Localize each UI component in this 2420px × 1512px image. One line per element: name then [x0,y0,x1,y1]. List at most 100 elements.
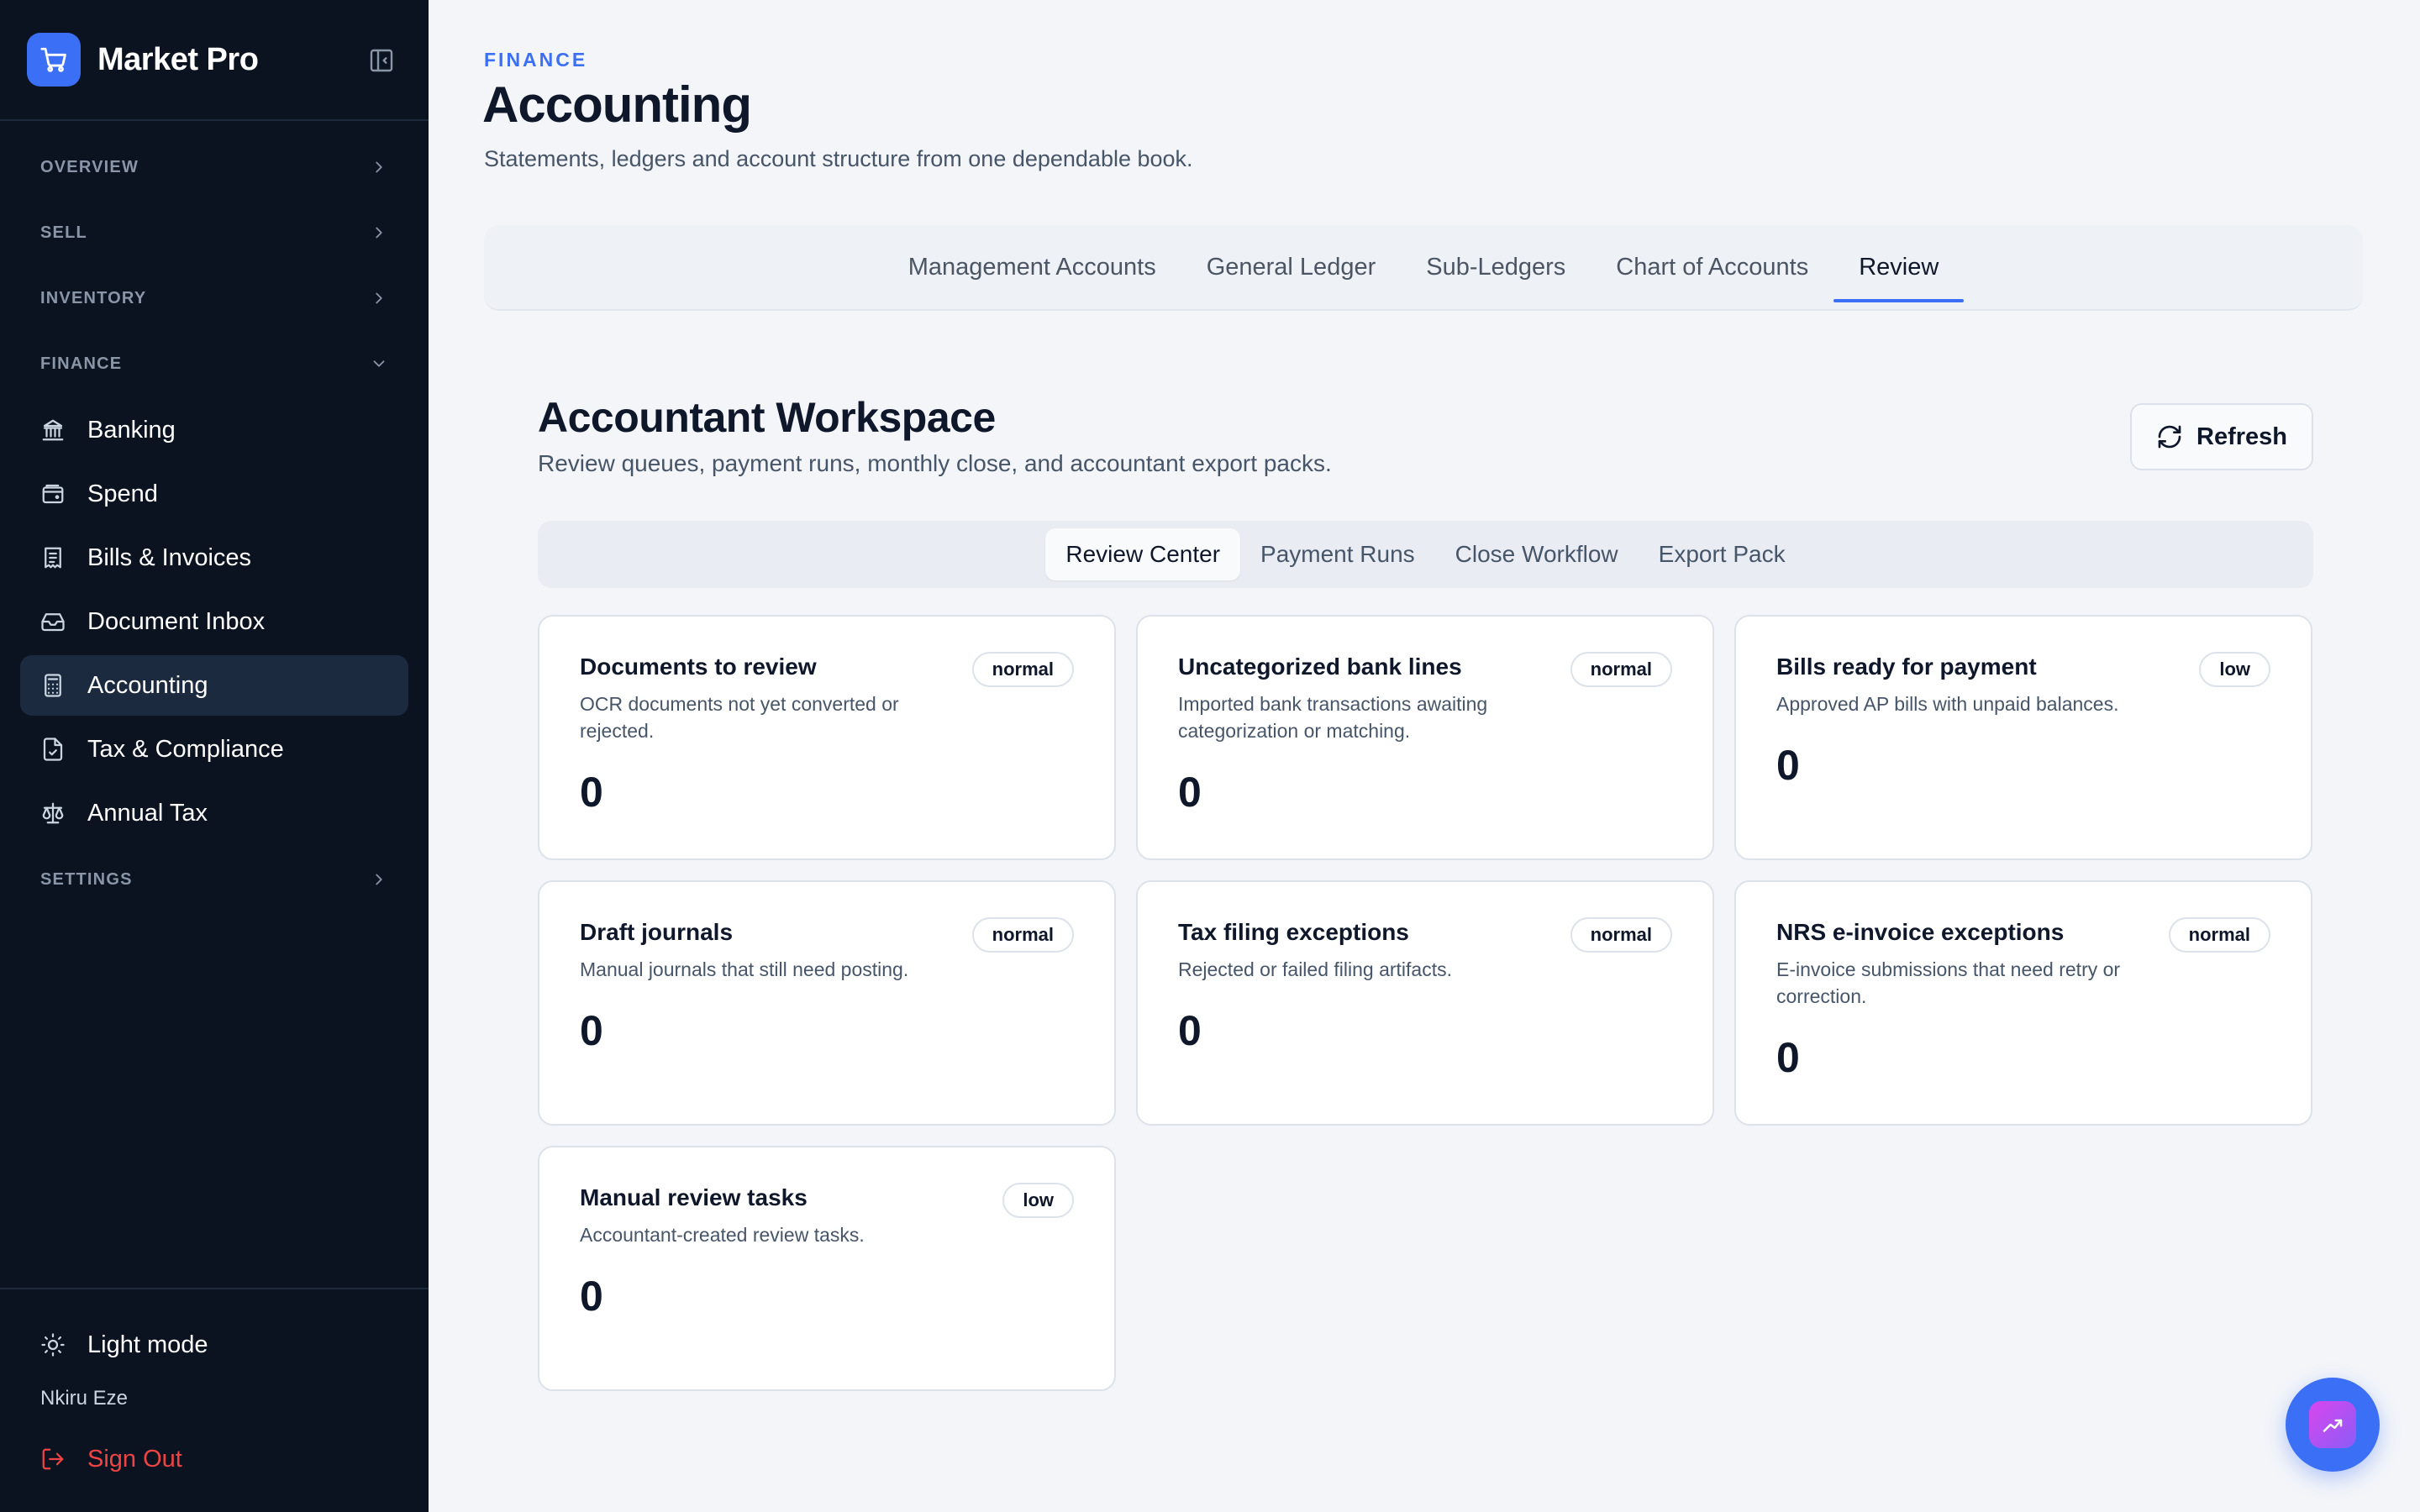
inbox-icon [41,613,65,632]
card-description: E-invoice submissions that need retry or… [1776,958,2121,1007]
card-title: Tax filing exceptions [1178,919,1409,945]
card-title: Draft journals [580,919,734,945]
card-title: NRS e-invoice exceptions [1776,919,2065,945]
sidebar-item-spend[interactable]: Spend [20,464,408,524]
accounting-tabs: Management Accounts General Ledger Sub-L… [484,225,2363,311]
card-description: Manual journals that still need posting. [580,958,909,980]
sidebar-item-label: Document Inbox [87,607,266,635]
brand: Market Pro [0,0,429,121]
nav-section-label: OVERVIEW [40,157,139,176]
trend-chart-icon [2309,1401,2356,1448]
assistant-fab-button[interactable] [2286,1378,2380,1472]
tab-chart-of-accounts[interactable]: Chart of Accounts [1591,225,1833,309]
chevron-down-icon [373,360,385,367]
sidebar-item-label: Tax & Compliance [87,735,284,763]
page-subtitle: Statements, ledgers and account structur… [484,146,1193,171]
sidebar-item-label: Spend [87,480,158,507]
sign-out-button[interactable]: Sign Out [0,1436,429,1483]
nav-section-label: FINANCE [40,354,123,373]
review-card-bank-lines[interactable]: Uncategorized bank lines Imported bank t… [1136,615,1714,860]
nav-section-inventory[interactable]: INVENTORY [0,265,429,331]
sidebar-item-bills-invoices[interactable]: Bills & Invoices [20,528,408,588]
review-card-draft-journals[interactable]: Draft journals Manual journals that stil… [538,880,1116,1126]
sidebar-item-accounting[interactable]: Accounting [20,655,408,716]
sign-out-label: Sign Out [87,1445,182,1473]
cart-icon [27,33,81,87]
card-description: OCR documents not yet converted or rejec… [580,693,899,742]
sun-icon [41,1333,65,1357]
priority-badge: normal [1570,917,1672,953]
nav-section-sell[interactable]: SELL [0,200,429,265]
user-name: Nkiru Eze [40,1387,129,1410]
subtab-close-workflow[interactable]: Close Workflow [1435,528,1639,580]
card-count: 0 [1776,742,1800,789]
chevron-right-icon [376,227,382,239]
sidebar-item-document-inbox[interactable]: Document Inbox [20,591,408,652]
tab-review[interactable]: Review [1833,225,1965,309]
scale-icon [42,802,64,824]
card-description: Accountant-created review tasks. [580,1224,865,1246]
card-count: 0 [580,1273,603,1320]
priority-badge: normal [2168,917,2270,953]
main-content: FINANCE Accounting Statements, ledgers a… [429,0,2420,1512]
sidebar-nav: OVERVIEW SELL INVENTORY FINANCE Banking … [0,121,429,912]
card-count: 0 [580,1007,603,1054]
sidebar-item-label: Accounting [87,671,208,699]
calculator-icon [45,674,61,697]
file-check-icon [43,738,63,761]
card-count: 0 [1776,1034,1800,1081]
page-title: Accounting [482,76,752,133]
receipt-icon [45,547,61,569]
sidebar-item-banking[interactable]: Banking [20,400,408,460]
card-title: Uncategorized bank lines [1178,654,1462,680]
theme-toggle[interactable]: Light mode [0,1321,429,1368]
card-title: Manual review tasks [580,1184,808,1210]
card-count: 0 [1178,769,1202,816]
tab-management-accounts[interactable]: Management Accounts [883,225,1181,309]
sidebar-item-label: Annual Tax [87,799,208,827]
nav-section-overview[interactable]: OVERVIEW [0,134,429,200]
chevron-right-icon [376,161,382,173]
card-count: 0 [580,769,603,816]
review-card-tax-filing[interactable]: Tax filing exceptions Rejected or failed… [1136,880,1714,1126]
tab-sub-ledgers[interactable]: Sub-Ledgers [1401,225,1591,309]
sidebar-footer: Light mode Nkiru Eze Sign Out [0,1288,429,1512]
tab-general-ledger[interactable]: General Ledger [1181,225,1402,309]
review-card-bills-ready[interactable]: Bills ready for payment Approved AP bill… [1734,615,2312,860]
logout-icon [42,1448,64,1470]
nav-section-label: SETTINGS [40,869,133,889]
priority-badge: normal [1570,652,1672,687]
nav-section-settings[interactable]: SETTINGS [0,847,429,912]
nav-section-label: INVENTORY [40,288,147,307]
subtab-payment-runs[interactable]: Payment Runs [1240,528,1435,580]
workspace-subtabs: Review Center Payment Runs Close Workflo… [538,521,2313,588]
bank-icon [42,419,64,441]
card-title: Bills ready for payment [1776,654,2037,680]
review-card-documents[interactable]: Documents to review OCR documents not ye… [538,615,1116,860]
workspace-subtitle: Review queues, payment runs, monthly clo… [538,450,1332,476]
refresh-button[interactable]: Refresh [2130,403,2313,470]
subtab-export-pack[interactable]: Export Pack [1639,528,1806,580]
review-card-manual-tasks[interactable]: Manual review tasks Accountant-created r… [538,1146,1116,1391]
sidebar-item-tax-compliance[interactable]: Tax & Compliance [20,719,408,780]
priority-badge: normal [971,917,1074,953]
sidebar-collapse-icon[interactable] [368,47,395,74]
sidebar-item-label: Banking [87,416,176,444]
subtab-review-center[interactable]: Review Center [1045,528,1241,580]
priority-badge: low [2199,652,2270,687]
refresh-icon [2158,425,2181,449]
chevron-right-icon [376,292,382,304]
priority-badge: normal [971,652,1074,687]
nav-section-finance[interactable]: FINANCE [0,331,429,396]
priority-badge: low [1002,1183,1074,1218]
card-description: Approved AP bills with unpaid balances. [1776,693,2119,715]
card-description: Imported bank transactions awaiting cate… [1178,693,1488,742]
sidebar-item-annual-tax[interactable]: Annual Tax [20,783,408,843]
page-eyebrow: FINANCE [484,49,588,71]
sidebar: Market Pro OVERVIEW SELL INVENTORY FINAN… [0,0,429,1512]
review-card-nrs-einvoice[interactable]: NRS e-invoice exceptions E-invoice submi… [1734,880,2312,1126]
card-title: Documents to review [580,654,817,680]
chevron-right-icon [376,874,382,885]
card-description: Rejected or failed filing artifacts. [1178,958,1452,980]
app-name: Market Pro [97,41,259,77]
